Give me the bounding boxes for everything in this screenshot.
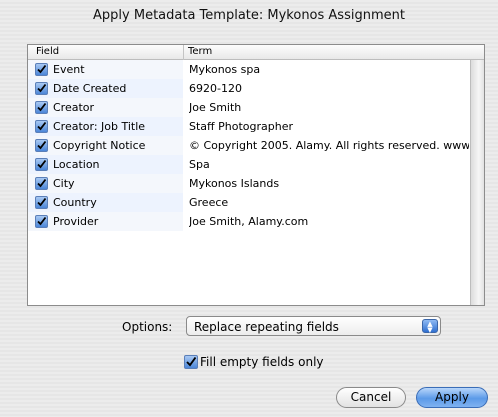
- checkmark-icon: [37, 64, 47, 74]
- table-row[interactable]: Copyright Notice © Copyright 2005. Alamy…: [28, 136, 471, 155]
- options-label: Options:: [122, 320, 173, 334]
- column-header-field[interactable]: Field: [36, 46, 59, 57]
- term-cell: Mykonos Islands: [184, 174, 471, 193]
- column-header-term[interactable]: Term: [188, 46, 212, 57]
- table-header: Field Term: [28, 45, 484, 60]
- metadata-table: Field Term Event Mykonos spa Date Create…: [27, 44, 485, 306]
- term-value[interactable]: Mykonos Islands: [189, 177, 469, 190]
- field-cell: Provider: [28, 212, 183, 231]
- apply-button[interactable]: Apply: [416, 387, 488, 408]
- field-name: Location: [53, 158, 100, 171]
- table-row[interactable]: Location Spa: [28, 155, 471, 174]
- term-cell: © Copyright 2005. Alamy. All rights rese…: [184, 136, 471, 155]
- field-cell: Country: [28, 193, 183, 212]
- fill-empty-label[interactable]: Fill empty fields only: [200, 355, 324, 369]
- dialog-title: Apply Metadata Template: Mykonos Assignm…: [93, 8, 405, 23]
- term-cell: Spa: [184, 155, 471, 174]
- checkmark-icon: [37, 102, 47, 112]
- row-checkbox[interactable]: [35, 139, 48, 152]
- term-value[interactable]: 6920-120: [189, 82, 469, 95]
- field-cell: Copyright Notice: [28, 136, 183, 155]
- field-cell: Date Created: [28, 79, 183, 98]
- field-name: Creator: Job Title: [53, 120, 146, 133]
- term-value[interactable]: Joe Smith, Alamy.com: [189, 215, 469, 228]
- table-row[interactable]: Country Greece: [28, 193, 471, 212]
- checkmark-icon: [37, 140, 47, 150]
- column-divider: [183, 45, 184, 60]
- term-value[interactable]: Spa: [189, 158, 469, 171]
- checkmark-icon: [186, 356, 197, 367]
- row-checkbox[interactable]: [35, 101, 48, 114]
- table-row[interactable]: Creator: Job Title Staff Photographer: [28, 117, 471, 136]
- row-checkbox[interactable]: [35, 120, 48, 133]
- options-select[interactable]: Replace repeating fields ▲ ▼: [186, 316, 441, 336]
- table-row[interactable]: Creator Joe Smith: [28, 98, 471, 117]
- field-name: Provider: [53, 215, 99, 228]
- field-cell: Creator: Job Title: [28, 117, 183, 136]
- checkmark-icon: [37, 159, 47, 169]
- table-row[interactable]: City Mykonos Islands: [28, 174, 471, 193]
- term-cell: Mykonos spa: [184, 60, 471, 79]
- field-cell: Creator: [28, 98, 183, 117]
- field-name: Creator: [53, 101, 95, 114]
- table-row[interactable]: Provider Joe Smith, Alamy.com: [28, 212, 471, 231]
- row-checkbox[interactable]: [35, 63, 48, 76]
- term-value[interactable]: Mykonos spa: [189, 63, 469, 76]
- term-cell: Staff Photographer: [184, 117, 471, 136]
- field-cell: Location: [28, 155, 183, 174]
- field-cell: Event: [28, 60, 183, 79]
- cancel-button[interactable]: Cancel: [336, 387, 406, 408]
- checkmark-icon: [37, 83, 47, 93]
- term-cell: Joe Smith: [184, 98, 471, 117]
- table-row[interactable]: Date Created 6920-120: [28, 79, 471, 98]
- row-checkbox[interactable]: [35, 158, 48, 171]
- field-name: Country: [53, 196, 97, 209]
- table-row[interactable]: Event Mykonos spa: [28, 60, 471, 79]
- term-value[interactable]: Joe Smith: [189, 101, 469, 114]
- row-checkbox[interactable]: [35, 196, 48, 209]
- term-value[interactable]: © Copyright 2005. Alamy. All rights rese…: [189, 139, 469, 152]
- table-body: Event Mykonos spa Date Created 6920-120: [28, 60, 471, 231]
- field-name: Event: [53, 63, 85, 76]
- field-name: City: [53, 177, 75, 190]
- term-cell: 6920-120: [184, 79, 471, 98]
- checkmark-icon: [37, 178, 47, 188]
- term-value[interactable]: Staff Photographer: [189, 120, 469, 133]
- field-name: Copyright Notice: [53, 139, 146, 152]
- checkmark-icon: [37, 197, 47, 207]
- field-name: Date Created: [53, 82, 127, 95]
- checkmark-icon: [37, 216, 47, 226]
- row-checkbox[interactable]: [35, 215, 48, 228]
- field-cell: City: [28, 174, 183, 193]
- options-selected-value: Replace repeating fields: [194, 320, 339, 334]
- term-cell: Joe Smith, Alamy.com: [184, 212, 471, 231]
- row-checkbox[interactable]: [35, 177, 48, 190]
- checkmark-icon: [37, 121, 47, 131]
- row-checkbox[interactable]: [35, 82, 48, 95]
- updown-arrows-icon: ▲ ▼: [422, 319, 438, 334]
- fill-empty-checkbox[interactable]: [184, 355, 198, 369]
- term-value[interactable]: Greece: [189, 196, 469, 209]
- vertical-scrollbar[interactable]: [470, 60, 484, 305]
- term-cell: Greece: [184, 193, 471, 212]
